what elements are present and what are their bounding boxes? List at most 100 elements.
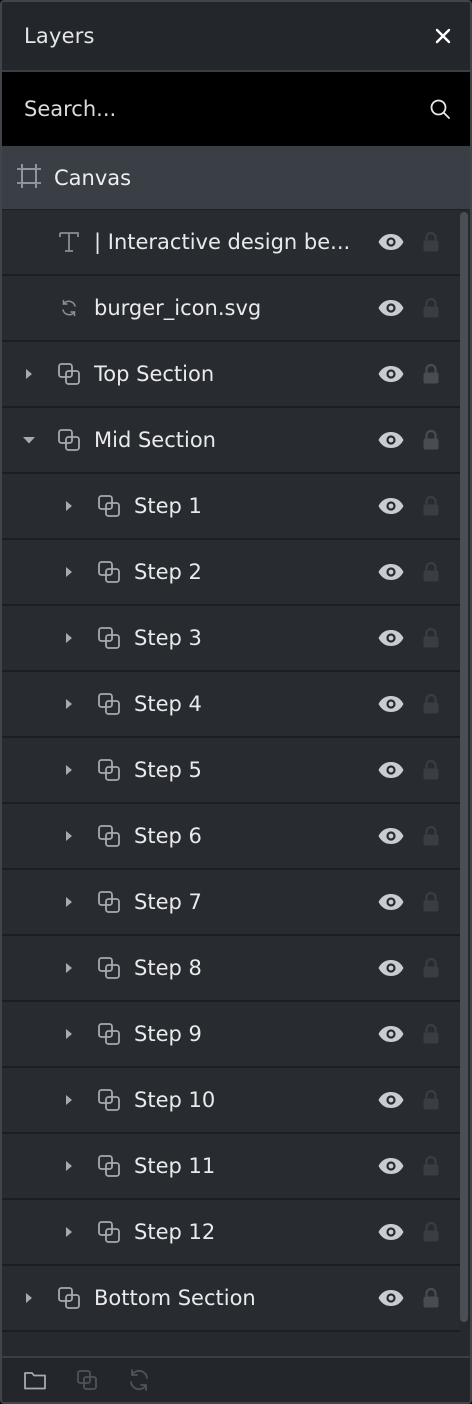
layer-row[interactable]: Step 7	[2, 870, 460, 936]
layer-label: Top Section	[94, 362, 215, 386]
panel-header: Layers	[2, 2, 470, 72]
caret-right-icon[interactable]	[62, 895, 76, 909]
group-icon	[96, 889, 122, 915]
layer-label: burger_icon.svg	[94, 296, 262, 320]
eye-icon[interactable]	[376, 1155, 406, 1177]
layer-row[interactable]: Step 3	[2, 606, 460, 672]
layer-row[interactable]: Step 9	[2, 1002, 460, 1068]
caret-right-icon[interactable]	[62, 499, 76, 513]
group-icon	[96, 1219, 122, 1245]
group-icon	[56, 1285, 82, 1311]
layer-row[interactable]: Bottom Section	[2, 1266, 460, 1332]
eye-icon[interactable]	[376, 297, 406, 319]
lock-icon[interactable]	[420, 494, 442, 518]
lock-icon[interactable]	[420, 824, 442, 848]
eye-icon[interactable]	[376, 429, 406, 451]
layer-label: Step 10	[134, 1088, 216, 1112]
layer-row[interactable]: Step 10	[2, 1068, 460, 1134]
lock-icon[interactable]	[420, 1088, 442, 1112]
lock-icon[interactable]	[420, 1154, 442, 1178]
eye-icon[interactable]	[376, 561, 406, 583]
lock-icon[interactable]	[420, 1286, 442, 1310]
layer-label: Step 4	[134, 692, 202, 716]
caret-right-icon[interactable]	[62, 961, 76, 975]
caret-right-icon[interactable]	[62, 565, 76, 579]
layer-row[interactable]: Mid Section	[2, 408, 460, 474]
lock-icon[interactable]	[420, 626, 442, 650]
layer-label: Step 5	[134, 758, 202, 782]
lock-icon[interactable]	[420, 362, 442, 386]
eye-icon[interactable]	[376, 693, 406, 715]
layer-row[interactable]: burger_icon.svg	[2, 276, 460, 342]
layer-label: | Interactive design be...	[94, 230, 351, 254]
artboard-icon	[16, 163, 42, 193]
lock-icon[interactable]	[420, 1220, 442, 1244]
caret-right-icon[interactable]	[62, 829, 76, 843]
group-icon	[96, 1021, 122, 1047]
eye-icon[interactable]	[376, 957, 406, 979]
caret-right-icon[interactable]	[62, 697, 76, 711]
layer-row[interactable]: Step 11	[2, 1134, 460, 1200]
eye-icon[interactable]	[376, 495, 406, 517]
layer-row[interactable]: Step 8	[2, 936, 460, 1002]
lock-icon[interactable]	[420, 758, 442, 782]
panel-title: Layers	[24, 24, 95, 48]
lock-icon[interactable]	[420, 890, 442, 914]
layer-row[interactable]: Step 1	[2, 474, 460, 540]
caret-right-icon[interactable]	[22, 367, 36, 381]
layer-row[interactable]: Step 2	[2, 540, 460, 606]
lock-icon[interactable]	[420, 428, 442, 452]
caret-right-icon[interactable]	[62, 763, 76, 777]
lock-icon[interactable]	[420, 956, 442, 980]
layer-row[interactable]: Step 4	[2, 672, 460, 738]
caret-down-icon[interactable]	[22, 433, 36, 447]
layer-label: Step 8	[134, 956, 202, 980]
layer-label: Step 6	[134, 824, 202, 848]
lock-icon[interactable]	[420, 560, 442, 584]
group-icon	[56, 427, 82, 453]
caret-right-icon[interactable]	[62, 631, 76, 645]
eye-icon[interactable]	[376, 1221, 406, 1243]
layer-label: Bottom Section	[94, 1286, 256, 1310]
group-icon[interactable]	[74, 1367, 100, 1393]
canvas-row[interactable]: Canvas	[2, 146, 470, 210]
eye-icon[interactable]	[376, 627, 406, 649]
layer-row[interactable]: | Interactive design be...	[2, 210, 460, 276]
eye-icon[interactable]	[376, 363, 406, 385]
lock-icon[interactable]	[420, 1022, 442, 1046]
eye-icon[interactable]	[376, 891, 406, 913]
sync-icon[interactable]	[126, 1367, 152, 1393]
layer-row[interactable]: Top Section	[2, 342, 460, 408]
close-icon[interactable]	[430, 23, 456, 49]
caret-right-icon[interactable]	[62, 1225, 76, 1239]
caret-right-icon[interactable]	[62, 1159, 76, 1173]
search-icon[interactable]	[428, 97, 452, 121]
group-icon	[96, 1087, 122, 1113]
eye-icon[interactable]	[376, 825, 406, 847]
caret-right-icon[interactable]	[62, 1093, 76, 1107]
folder-icon[interactable]	[22, 1367, 48, 1393]
caret-right-icon[interactable]	[62, 1027, 76, 1041]
scrollbar[interactable]	[460, 212, 468, 1322]
eye-icon[interactable]	[376, 1023, 406, 1045]
lock-icon[interactable]	[420, 296, 442, 320]
layer-row[interactable]: Step 12	[2, 1200, 460, 1266]
layer-row[interactable]: Step 5	[2, 738, 460, 804]
lock-icon[interactable]	[420, 230, 442, 254]
layer-label: Step 3	[134, 626, 202, 650]
group-icon	[96, 559, 122, 585]
layer-label: Mid Section	[94, 428, 216, 452]
layer-label: Step 11	[134, 1154, 216, 1178]
search-input[interactable]	[24, 97, 428, 121]
layer-row[interactable]: Step 6	[2, 804, 460, 870]
layer-label: Step 9	[134, 1022, 202, 1046]
svg-sync-icon	[56, 295, 82, 321]
search-bar	[2, 72, 470, 146]
lock-icon[interactable]	[420, 692, 442, 716]
caret-right-icon[interactable]	[22, 1291, 36, 1305]
group-icon	[96, 955, 122, 981]
eye-icon[interactable]	[376, 759, 406, 781]
eye-icon[interactable]	[376, 231, 406, 253]
eye-icon[interactable]	[376, 1089, 406, 1111]
eye-icon[interactable]	[376, 1287, 406, 1309]
